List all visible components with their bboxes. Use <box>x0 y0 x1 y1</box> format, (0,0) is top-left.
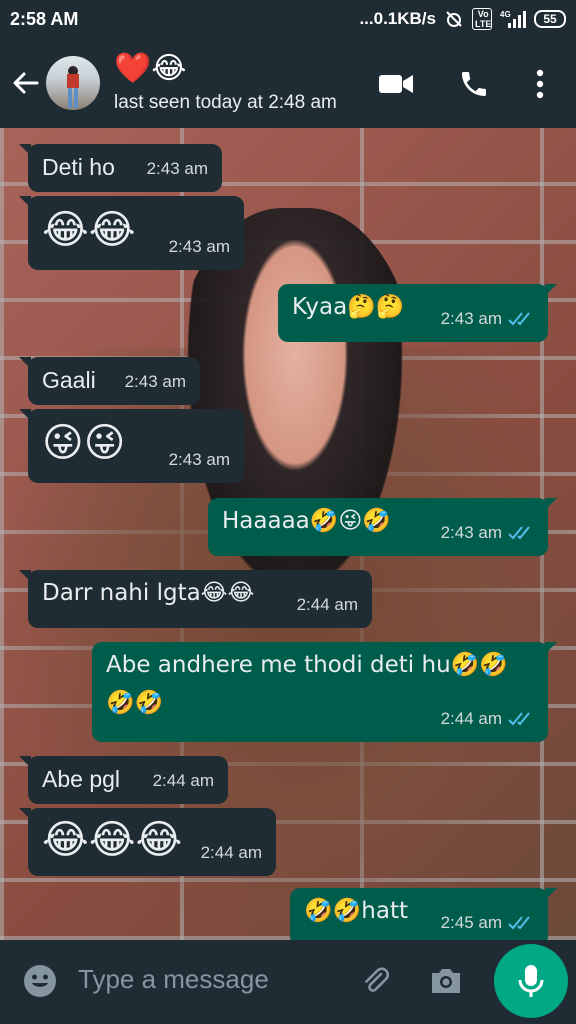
message-bubble[interactable]: 😜😜 2:43 am <box>19 409 244 483</box>
message-composer: Type a message <box>8 946 484 1016</box>
alarm-off-icon <box>444 9 464 29</box>
message-input[interactable]: Type a message <box>78 964 269 995</box>
message-time: 2:44 am <box>200 843 262 862</box>
status-icons: ...0.1KB/s Vo LTE 4G 55 <box>359 8 566 30</box>
message-bubble[interactable]: 🤣🤣hatt 2:45 am <box>290 888 557 940</box>
avatar[interactable] <box>46 56 100 110</box>
more-vert-icon[interactable] <box>520 64 560 104</box>
message-time: 2:43 am <box>168 450 230 469</box>
double-check-icon <box>508 525 534 541</box>
message-bubble[interactable]: Haaaaa🤣😜🤣 2:43 am <box>208 498 557 556</box>
network-speed: ...0.1KB/s <box>359 9 436 28</box>
message-bubble[interactable]: Abe andhere me thodi deti hu🤣🤣 🤣🤣 2:44 a… <box>92 642 557 742</box>
mic-button[interactable] <box>494 944 568 1018</box>
emoji-icon[interactable] <box>22 963 58 999</box>
camera-icon[interactable] <box>428 963 464 999</box>
message-time: 2:43 am <box>168 237 230 256</box>
message-bubble[interactable]: Kyaa🤔🤔 2:43 am <box>278 284 557 342</box>
phone-icon[interactable] <box>454 64 494 104</box>
chat-area[interactable]: Deti ho 2:43 am 😂😂 2:43 am Kyaa🤔🤔 2:43 a… <box>0 128 576 940</box>
signal-icon: 4G <box>500 9 526 29</box>
message-time: 2:43 am <box>441 518 534 548</box>
battery-icon: 55 <box>534 10 566 28</box>
message-time: 2:45 am <box>441 908 534 938</box>
message-time: 2:43 am <box>441 304 534 334</box>
double-check-icon <box>508 711 534 727</box>
volte-icon: Vo LTE <box>472 8 492 30</box>
message-time: 2:44 am <box>441 704 534 734</box>
arrow-left-icon[interactable] <box>8 66 42 100</box>
message-time: 2:43 am <box>124 372 186 391</box>
chat-header: ❤️😂 last seen today at 2:48 am <box>0 38 576 128</box>
message-time: 2:43 am <box>146 159 208 178</box>
video-call-icon[interactable] <box>376 64 416 104</box>
message-bubble[interactable]: Deti ho 2:43 am <box>19 144 222 192</box>
message-bubble[interactable]: Abe pgl 2:44 am <box>19 756 228 804</box>
contact-name[interactable]: ❤️😂 <box>114 52 186 86</box>
message-bubble[interactable]: Darr nahi lgta😂😂 2:44 am <box>19 570 372 628</box>
status-bar: 2:58 AM ...0.1KB/s Vo LTE 4G 55 <box>0 0 576 38</box>
paperclip-icon[interactable] <box>358 963 394 999</box>
message-bubble[interactable]: 😂😂 2:43 am <box>19 196 244 270</box>
last-seen-status[interactable]: last seen today at 2:48 am <box>114 92 337 114</box>
message-bubble[interactable]: Gaali 2:43 am <box>19 357 200 405</box>
message-time: 2:44 am <box>152 771 214 790</box>
message-text: Abe andhere me thodi deti hu🤣🤣 <box>106 652 508 678</box>
double-check-icon <box>508 915 534 931</box>
double-check-icon <box>508 311 534 327</box>
svg-text:4G: 4G <box>500 10 511 19</box>
status-time: 2:58 AM <box>10 9 79 29</box>
mic-icon <box>516 963 546 999</box>
message-time: 2:44 am <box>296 595 358 614</box>
message-bubble[interactable]: 😂😂😂 2:44 am <box>19 808 276 876</box>
